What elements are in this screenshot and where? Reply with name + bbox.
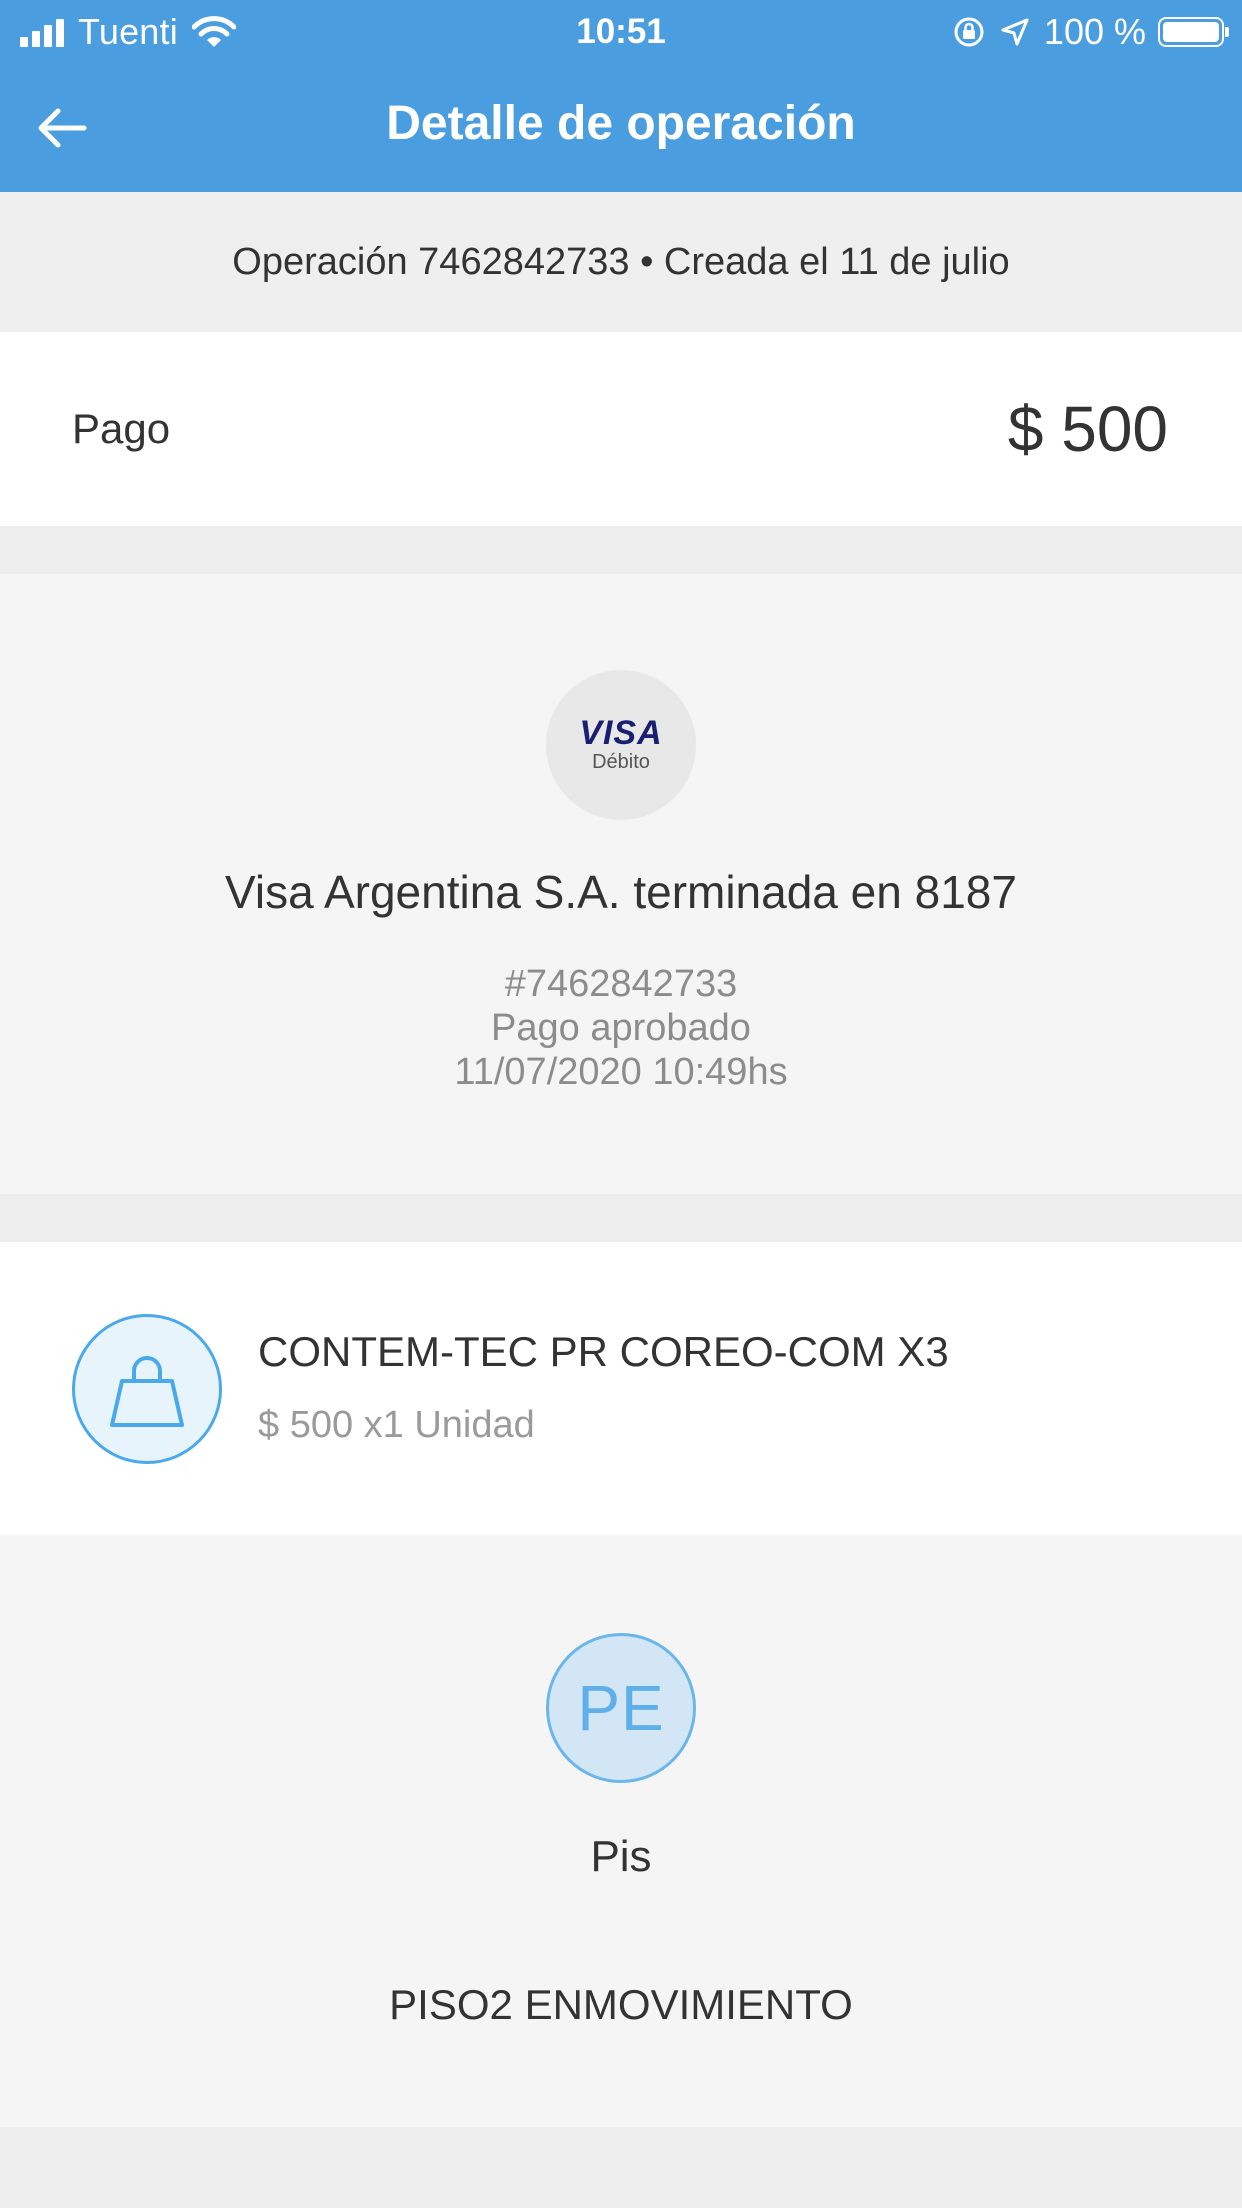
product-price: $ 500 x1 Unidad xyxy=(258,1404,535,1446)
shopping-bag-icon xyxy=(72,1314,222,1464)
status-bar: Tuenti 10:51 100 % xyxy=(0,0,1242,64)
product-name: CONTEM-TEC PR COREO-COM X3 xyxy=(258,1328,949,1375)
page-title: Detalle de operación xyxy=(386,97,856,150)
operation-summary: Operación 7462842733 • Creada el 11 de j… xyxy=(0,192,1242,332)
payment-status: Pago aprobado xyxy=(491,1007,751,1049)
product-row[interactable]: CONTEM-TEC PR COREO-COM X3 $ 500 x1 Unid… xyxy=(0,1242,1242,1535)
location-arrow-icon xyxy=(1000,17,1030,47)
operation-reference: #7462842733 xyxy=(504,963,738,1005)
payment-amount: $ 500 xyxy=(1007,393,1168,465)
seller-avatar: PE xyxy=(546,1633,696,1783)
payment-datetime: 11/07/2020 10:49hs xyxy=(454,1051,788,1093)
status-right: 100 % xyxy=(952,10,1229,54)
visa-debit-logo: VISA Débito xyxy=(546,670,696,820)
battery-level xyxy=(1163,22,1219,42)
payment-row: Pago $ 500 xyxy=(0,332,1242,526)
battery-icon xyxy=(1158,17,1229,47)
card-type: Débito xyxy=(592,751,650,773)
card-brand: VISA xyxy=(579,714,663,752)
card-name: Visa Argentina S.A. terminada en 8187 xyxy=(225,866,1017,918)
navigation-bar: Detalle de operación xyxy=(0,64,1242,192)
payment-label: Pago xyxy=(72,405,171,452)
battery-percent: 100 % xyxy=(1043,11,1146,52)
seller-address: PISO2 ENMOVIMIENTO xyxy=(389,1981,853,2028)
rotation-lock-icon xyxy=(952,15,986,49)
seller-section: PE Pis PISO2 ENMOVIMIENTO xyxy=(0,1535,1242,2127)
payment-method-section: VISA Débito Visa Argentina S.A. terminad… xyxy=(0,574,1242,1194)
app-header: Tuenti 10:51 100 % Detalle de operación xyxy=(0,0,1242,192)
seller-name: Pis xyxy=(590,1832,652,1881)
